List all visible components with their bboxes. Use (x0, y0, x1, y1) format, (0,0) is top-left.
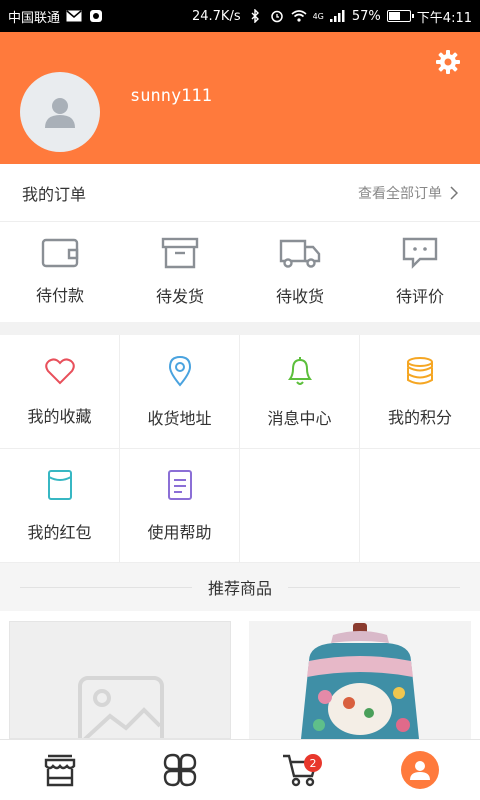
bell-icon (287, 356, 312, 385)
order-item-pending-receipt[interactable]: 待收货 (240, 222, 360, 322)
status-bar: 中国联通 24.7K/s 4G 57% 下午4:11 (0, 0, 480, 32)
recommend-products (0, 611, 480, 739)
tab-cart[interactable]: 2 (240, 740, 360, 800)
category-icon (163, 753, 197, 787)
menu-item-label: 我的收藏 (27, 406, 92, 426)
shop-icon (44, 754, 76, 787)
red-packet-icon (47, 469, 72, 500)
menu-item-label: 我的红包 (27, 522, 92, 542)
battery-percent: 57% (351, 8, 381, 24)
view-all-orders-link[interactable]: 查看全部订单 (358, 183, 458, 203)
menu-item-red-packet[interactable]: 我的红包 (0, 449, 120, 563)
location-pin-icon (168, 355, 191, 387)
app-notification-icon (88, 9, 104, 23)
orders-section: 我的订单 查看全部订单 待付款 待发货 待收货 待评价 (0, 164, 480, 322)
gear-icon[interactable] (434, 48, 462, 76)
box-icon (161, 237, 199, 269)
menu-item-label: 我的积分 (387, 407, 452, 427)
product-card[interactable] (249, 621, 471, 739)
menu-item-label: 收货地址 (147, 408, 212, 428)
clock: 下午4:11 (416, 10, 472, 26)
view-all-orders-label: 查看全部订单 (358, 185, 442, 202)
orders-header[interactable]: 我的订单 查看全部订单 (0, 164, 480, 222)
menu-item-help[interactable]: 使用帮助 (120, 449, 240, 563)
menu-item-address[interactable]: 收货地址 (120, 335, 240, 449)
coins-icon (407, 356, 433, 384)
mail-icon (66, 9, 82, 23)
carrier-label: 中国联通 (8, 10, 61, 26)
signal-icon (329, 9, 346, 23)
menu-item-points[interactable]: 我的积分 (360, 335, 480, 449)
profile-header: sunny111 (0, 32, 480, 164)
username: sunny111 (130, 86, 212, 106)
cart-count-badge: 2 (304, 754, 322, 772)
menu-empty-cell (360, 449, 480, 563)
default-user-icon (45, 98, 75, 128)
menu-empty-cell (240, 449, 360, 563)
heart-icon (44, 357, 75, 384)
recommend-title: 推荐商品 (191, 575, 288, 599)
recommend-header: 推荐商品 (0, 563, 480, 611)
tab-category[interactable] (120, 740, 240, 800)
tab-shop[interactable] (0, 740, 120, 800)
product-card[interactable] (9, 621, 231, 739)
menu-item-favorites[interactable]: 我的收藏 (0, 335, 120, 449)
order-item-pending-payment[interactable]: 待付款 (0, 222, 120, 322)
bluetooth-icon (247, 9, 263, 23)
network-type-label: 4G (312, 11, 324, 21)
avatar[interactable] (20, 72, 100, 152)
porcelain-jar-image (249, 621, 471, 739)
network-speed: 24.7K/s (191, 8, 241, 24)
feature-grid: 我的收藏 收货地址 消息中心 我的积分 我的红包 使用帮助 (0, 335, 480, 563)
order-item-label: 待收货 (275, 287, 324, 306)
order-item-label: 待评价 (395, 287, 444, 306)
help-document-icon (167, 469, 192, 500)
menu-item-label: 消息中心 (267, 408, 332, 428)
comment-icon (402, 237, 438, 269)
order-item-label: 待发货 (155, 287, 204, 306)
order-item-pending-shipment[interactable]: 待发货 (120, 222, 240, 322)
tab-me[interactable] (360, 740, 480, 800)
user-icon (401, 751, 439, 789)
menu-item-label: 使用帮助 (147, 522, 212, 542)
bottom-tab-bar: 2 (0, 739, 480, 800)
image-placeholder-icon (78, 676, 164, 738)
truck-icon (279, 239, 321, 268)
wallet-icon (41, 238, 79, 268)
alarm-icon (269, 9, 285, 23)
chevron-right-icon (450, 185, 458, 200)
order-item-label: 待付款 (35, 286, 84, 305)
menu-item-messages[interactable]: 消息中心 (240, 335, 360, 449)
order-item-pending-review[interactable]: 待评价 (360, 222, 480, 322)
battery-icon (386, 10, 414, 22)
wifi-icon (291, 9, 307, 23)
orders-title: 我的订单 (22, 184, 87, 204)
